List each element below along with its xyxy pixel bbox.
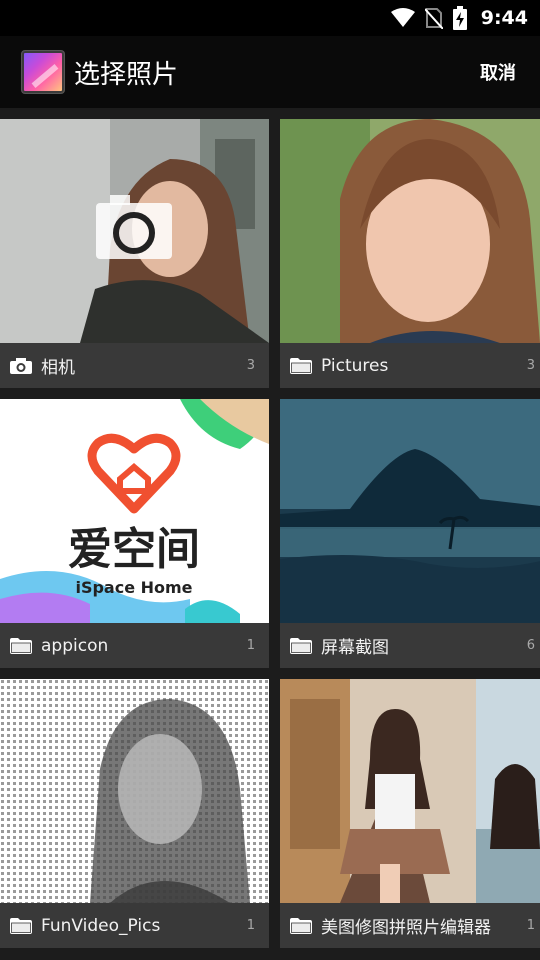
folder-icon (290, 917, 312, 934)
album-tile-funvideo-pics[interactable]: FunVideo_Pics 1 (0, 679, 269, 948)
album-thumbnail (280, 679, 540, 903)
album-thumbnail: 爱空间 iSpace Home (0, 399, 269, 623)
folder-icon (290, 637, 312, 654)
album-label-bar: Pictures 3 (280, 343, 540, 388)
app-bar: 选择照片 取消 (0, 36, 540, 108)
album-label-bar: FunVideo_Pics 1 (0, 903, 269, 948)
album-count: 1 (526, 918, 535, 933)
album-tile-screenshots[interactable]: 屏幕截图 6 (280, 399, 540, 668)
thumb-brand-text: 爱空间 (68, 524, 200, 575)
album-thumbnail (0, 119, 269, 343)
album-thumbnail (0, 679, 269, 903)
album-name: Pictures (321, 355, 389, 376)
album-count: 3 (526, 358, 535, 373)
album-tile-camera[interactable]: 相机 3 (0, 119, 269, 388)
thumb-brand-subtext: iSpace Home (75, 578, 192, 597)
album-count: 1 (246, 638, 255, 653)
album-label-bar: 屏幕截图 6 (280, 623, 540, 668)
album-name: 美图修图拼照片编辑器 (321, 918, 491, 938)
album-tile-pictures[interactable]: Pictures 3 (280, 119, 540, 388)
album-tile-meitu-editor[interactable]: 美图修图拼照片编辑器 1 (280, 679, 540, 948)
album-tile-appicon[interactable]: 爱空间 iSpace Home appicon 1 (0, 399, 269, 668)
album-label-bar: 美图修图拼照片编辑器 1 (280, 903, 540, 948)
album-label-bar: appicon 1 (0, 623, 269, 668)
wifi-icon (390, 8, 415, 27)
battery-charging-icon (452, 6, 467, 30)
no-sim-icon (424, 8, 443, 29)
album-count: 3 (246, 358, 255, 373)
album-thumbnail (280, 119, 540, 343)
folder-icon (10, 637, 32, 654)
status-time: 9:44 (480, 7, 528, 29)
cancel-button[interactable]: 取消 (480, 59, 516, 85)
album-name: 相机 (41, 358, 75, 378)
album-count: 1 (246, 918, 255, 933)
album-name: 屏幕截图 (321, 638, 389, 658)
page-title: 选择照片 (74, 59, 179, 90)
album-name: appicon (41, 635, 109, 656)
album-count: 6 (526, 638, 535, 653)
app-logo-icon (22, 51, 64, 93)
folder-icon (10, 917, 32, 934)
camera-icon (10, 357, 32, 374)
album-label-bar: 相机 3 (0, 343, 269, 388)
album-thumbnail (280, 399, 540, 623)
status-bar: 9:44 (0, 0, 540, 36)
folder-icon (290, 357, 312, 374)
album-name: FunVideo_Pics (41, 915, 161, 936)
